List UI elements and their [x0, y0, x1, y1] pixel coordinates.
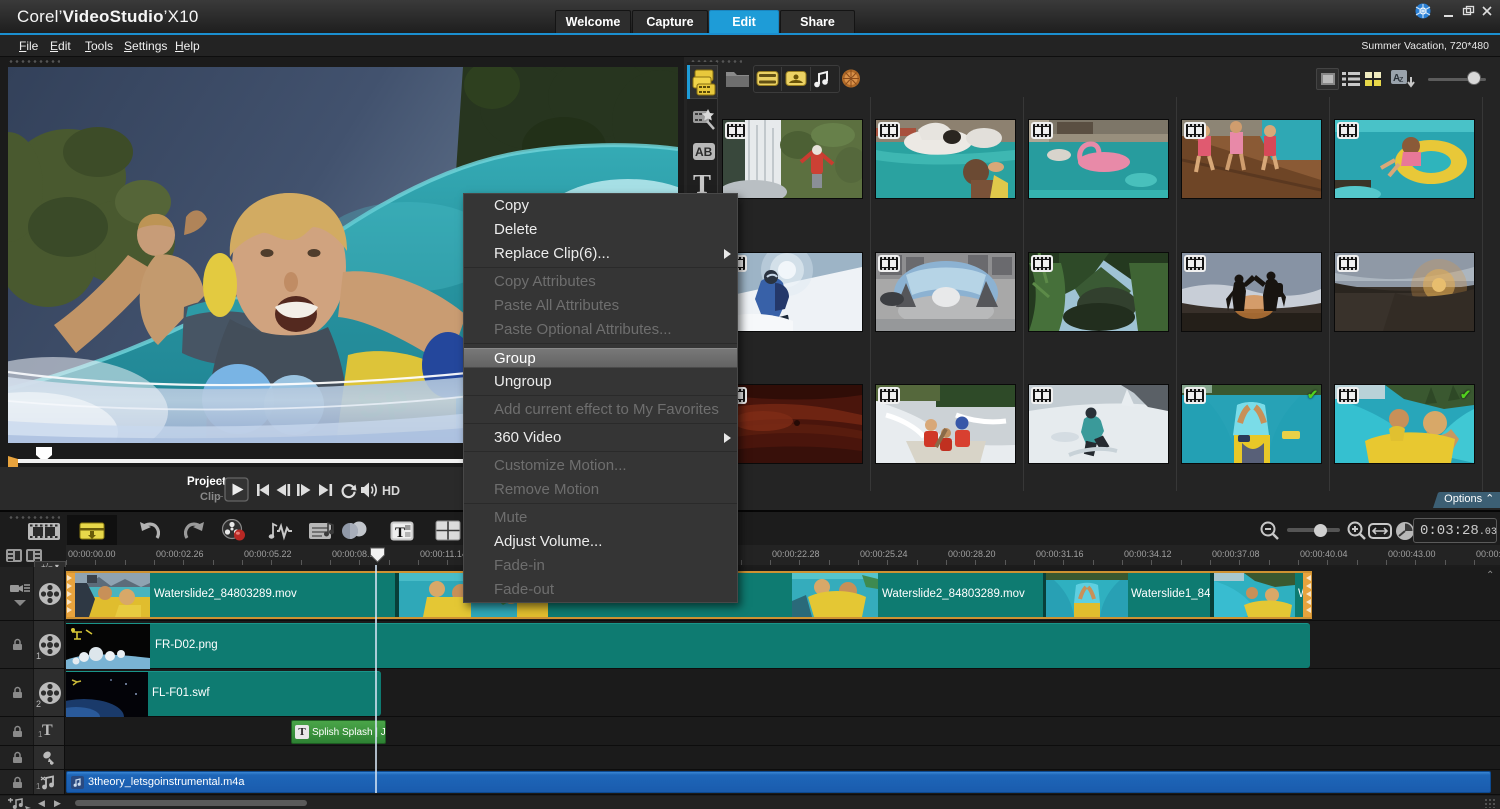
- svg-text:T: T: [395, 525, 405, 541]
- svg-text:AB: AB: [695, 145, 713, 159]
- svg-text:z: z: [1399, 74, 1404, 84]
- svg-text:HD: HD: [382, 484, 400, 498]
